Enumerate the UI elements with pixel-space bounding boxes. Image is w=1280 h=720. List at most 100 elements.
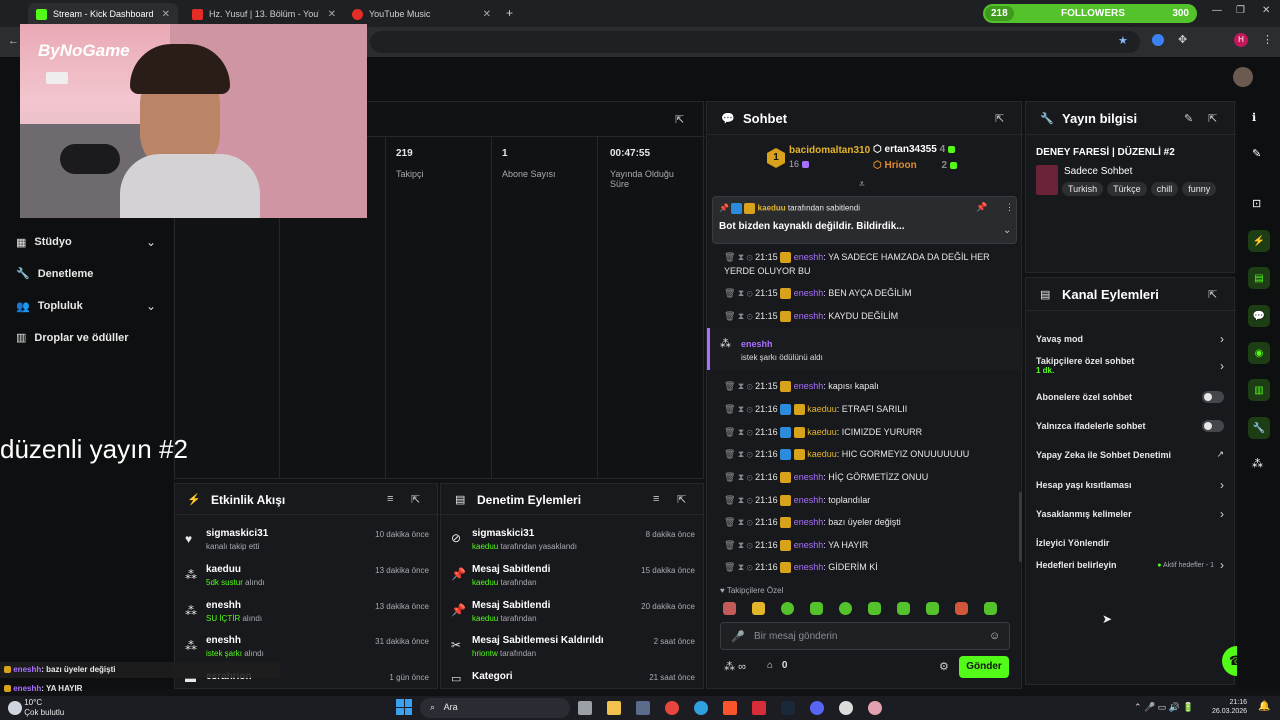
message-user[interactable]: eneshh bbox=[794, 381, 824, 391]
action-slow-mode[interactable]: Yavaş mod › bbox=[1036, 332, 1224, 346]
file-explorer-icon[interactable] bbox=[607, 701, 621, 715]
emote-icon[interactable] bbox=[955, 602, 968, 615]
info-icon[interactable]: ℹ bbox=[1252, 111, 1256, 124]
emote-icon[interactable] bbox=[723, 602, 736, 615]
message-user[interactable]: kaeduu bbox=[807, 404, 837, 414]
send-button[interactable]: Gönder bbox=[959, 656, 1009, 678]
screen-icon[interactable]: ⊡ bbox=[1252, 197, 1261, 210]
taskbar-clock[interactable]: 21:16 26.03.2026 bbox=[1212, 698, 1247, 716]
puzzle-icon[interactable]: ✥ bbox=[1178, 33, 1187, 46]
filter-icon[interactable]: ≡ bbox=[653, 493, 659, 505]
message-user[interactable]: eneshh bbox=[794, 288, 824, 298]
message-user[interactable]: eneshh bbox=[794, 311, 824, 321]
emote-icon[interactable] bbox=[752, 602, 765, 615]
stream-tag[interactable]: chill bbox=[1150, 182, 1179, 196]
message-user[interactable]: eneshh bbox=[794, 517, 824, 527]
close-tab-icon[interactable]: ✕ bbox=[162, 9, 170, 20]
obs-icon[interactable] bbox=[839, 701, 853, 715]
edge-icon[interactable] bbox=[694, 701, 708, 715]
more-menu-icon[interactable]: ⋮ bbox=[1262, 33, 1273, 46]
emote-only-toggle[interactable] bbox=[1202, 420, 1224, 432]
event-user[interactable]: kaeduu bbox=[206, 564, 241, 575]
emote-icon[interactable] bbox=[897, 602, 910, 615]
message-user[interactable]: eneshh bbox=[794, 540, 824, 550]
extension-icon[interactable] bbox=[1152, 34, 1164, 46]
chat-message[interactable]: 🗑 ⧗ ⊙ 21:16 kaeduu: HIC GORMEYIZ ONUUUUU… bbox=[724, 449, 1019, 461]
filter-icon[interactable]: ≡ bbox=[387, 493, 393, 505]
action-ai-moderation[interactable]: Yapay Zeka ile Sohbet Denetimi ↗ bbox=[1036, 449, 1224, 460]
action-target[interactable]: sigmaskici31 bbox=[472, 528, 534, 539]
top-gifter-name[interactable]: bacidomaltan310 bbox=[789, 145, 870, 156]
action-raid[interactable]: İzleyici Yönlendir bbox=[1036, 533, 1224, 551]
event-user[interactable]: eneshh bbox=[206, 600, 241, 611]
reward-icon[interactable]: ⁂ bbox=[724, 661, 735, 673]
notification-icon[interactable]: 🔔 bbox=[1258, 701, 1270, 712]
steam-icon[interactable] bbox=[781, 701, 795, 715]
popout-icon[interactable]: ⇱ bbox=[675, 113, 684, 126]
reward-user[interactable]: eneshh bbox=[741, 339, 773, 349]
action-goals[interactable]: Hedefleri belirleyin ● Aktif hedefler - … bbox=[1036, 558, 1224, 572]
task-view-icon[interactable] bbox=[578, 701, 592, 715]
brave-icon[interactable] bbox=[723, 701, 737, 715]
popout-icon[interactable]: ⇱ bbox=[411, 493, 420, 506]
message-user[interactable]: eneshh bbox=[794, 252, 824, 262]
unpin-icon[interactable]: 📌 bbox=[976, 202, 987, 213]
action-account-age[interactable]: Hesap yaşı kısıtlaması › bbox=[1036, 478, 1224, 492]
popout-icon[interactable]: ⇱ bbox=[1208, 112, 1217, 125]
stream-tag[interactable]: Turkish bbox=[1062, 182, 1104, 196]
tray-icons[interactable]: ⌃ 🎤 ▭ 🔊 🔋 bbox=[1134, 702, 1194, 713]
chat-input[interactable]: 🎤 Bir mesaj gönderin ☺ bbox=[720, 622, 1010, 650]
app-icon[interactable] bbox=[752, 701, 766, 715]
back-icon[interactable]: ← bbox=[8, 35, 19, 47]
top-gifter-name[interactable]: ertan34355 bbox=[885, 144, 937, 155]
emoji-icon[interactable]: ☺ bbox=[989, 630, 1000, 642]
top-gifter-name[interactable]: Hrioon bbox=[885, 160, 917, 171]
close-tab-icon[interactable]: ✕ bbox=[483, 9, 491, 20]
subscribers-only-toggle[interactable] bbox=[1202, 391, 1224, 403]
sidebar-item-moderation[interactable]: 🔧 Denetleme bbox=[16, 267, 93, 281]
sidebar-item-drops[interactable]: ▥ Droplar ve ödüller bbox=[16, 331, 129, 345]
more-options-icon[interactable]: ⋮ bbox=[1005, 202, 1014, 213]
message-user[interactable]: eneshh bbox=[794, 495, 824, 505]
tab-kick-dashboard[interactable]: Stream - Kick Dashboard ✕ bbox=[28, 3, 178, 25]
microphone-icon[interactable]: 🎤 bbox=[731, 630, 745, 643]
action-followers-only[interactable]: Takipçilere özel sohbet 1 dk. › bbox=[1036, 356, 1224, 375]
sidebar-item-studio[interactable]: ▦ Stüdyo ⌄ bbox=[16, 235, 156, 249]
emote-icon[interactable] bbox=[868, 602, 881, 615]
popout-icon[interactable]: ⇱ bbox=[677, 493, 686, 506]
chat-message[interactable]: 🗑 ⧗ ⊙ 21:15 eneshh: KAYDU DEĞİLİM bbox=[724, 311, 1019, 323]
wrench-icon[interactable]: 🔧 bbox=[1248, 417, 1270, 439]
channel-actions-icon[interactable]: ▥ bbox=[1248, 379, 1270, 401]
message-user[interactable]: kaeduu bbox=[807, 427, 837, 437]
new-tab-button[interactable]: + bbox=[506, 6, 513, 20]
chat-message[interactable]: 🗑 ⧗ ⊙ 21:16 eneshh: bazı üyeler değişti bbox=[724, 517, 1019, 529]
broadcast-icon[interactable]: ◉ bbox=[1248, 342, 1270, 364]
chat-message[interactable]: 🗑 ⧗ ⊙ 21:16 eneshh: GİDERİM Kİ bbox=[724, 562, 1019, 574]
emote-icon[interactable] bbox=[926, 602, 939, 615]
chat-message[interactable]: 🗑 ⧗ ⊙ 21:16 eneshh: YA HAYIR bbox=[724, 540, 1019, 552]
chevron-down-icon[interactable]: ⌄ bbox=[1003, 225, 1011, 236]
profile-avatar[interactable]: H bbox=[1234, 33, 1248, 47]
pinned-message[interactable]: 📌 kaeduu tarafından sabitlendi 📌 ⋮ Bot b… bbox=[712, 196, 1017, 244]
more-widgets-icon[interactable]: ⁂ bbox=[1252, 457, 1263, 470]
popout-icon[interactable]: ⇱ bbox=[1208, 288, 1217, 301]
url-field[interactable] bbox=[370, 31, 1140, 53]
emote-icon[interactable] bbox=[839, 602, 852, 615]
action-subscribers-only[interactable]: Abonelere özel sohbet bbox=[1036, 391, 1224, 403]
category-thumbnail[interactable] bbox=[1036, 165, 1058, 195]
windows-start-icon[interactable] bbox=[396, 699, 412, 715]
stream-tag[interactable]: Türkçe bbox=[1107, 182, 1147, 196]
tab-youtube[interactable]: Hz. Yusuf | 13. Bölüm - YouTube ✕ bbox=[184, 3, 344, 25]
collapse-leaderboard-icon[interactable]: ⩡ bbox=[859, 179, 865, 190]
tab-youtube-music[interactable]: YouTube Music ✕ bbox=[344, 3, 499, 25]
weather-widget[interactable]: 10°C Çok bulutlu bbox=[8, 698, 64, 718]
chat-icon[interactable]: 💬 bbox=[1248, 305, 1270, 327]
message-user[interactable]: kaeduu bbox=[807, 449, 837, 459]
bookmark-star-icon[interactable]: ★ bbox=[1118, 34, 1128, 47]
chrome-icon[interactable] bbox=[665, 701, 679, 715]
chat-message[interactable]: 🗑 ⧗ ⊙ 21:16 kaeduu: ETRAFI SARILII bbox=[724, 404, 1019, 416]
chat-message[interactable]: 🗑 ⧗ ⊙ 21:15 eneshh: BEN AYÇA DEĞİLİM bbox=[724, 288, 1019, 300]
chat-message[interactable]: 🗑 ⧗ ⊙ 21:15 eneshh: YA SADECE HAMZADA DA… bbox=[724, 250, 1019, 278]
discord-icon[interactable] bbox=[810, 701, 824, 715]
event-user[interactable]: sigmaskici31 bbox=[206, 528, 268, 539]
